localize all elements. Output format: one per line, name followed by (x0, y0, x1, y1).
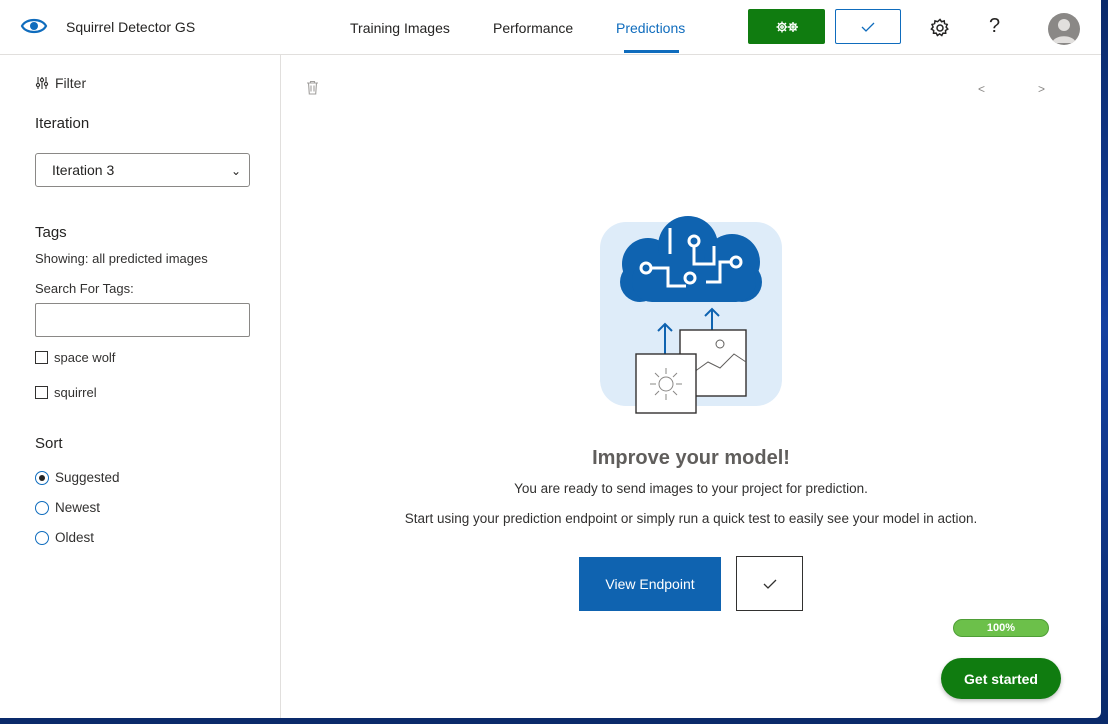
tag-label: squirrel (54, 385, 97, 400)
filter-toggle[interactable]: Filter (35, 75, 86, 91)
active-tab-indicator (624, 50, 679, 53)
sort-label: Newest (55, 500, 101, 515)
radio-button[interactable] (35, 530, 49, 545)
onboarding-progress-bar: 100% (953, 619, 1049, 637)
chevron-down-icon: ⌄ (230, 164, 241, 178)
eye-logo-icon[interactable] (20, 14, 48, 38)
improve-model-headline: Improve your model! (592, 447, 790, 469)
trash-icon[interactable] (306, 80, 319, 95)
tags-heading: Tags (35, 224, 67, 241)
checkbox-box[interactable] (35, 351, 48, 364)
sort-option-newest[interactable]: Newest (35, 500, 100, 515)
quick-test-button[interactable] (835, 9, 901, 44)
person-icon (1052, 19, 1076, 43)
tags-showing-text: Showing: all predicted images (35, 251, 208, 266)
filter-label: Filter (55, 75, 87, 91)
app-title: Squirrel Detector GS (66, 19, 196, 35)
next-page-button[interactable]: > (1038, 82, 1045, 96)
tag-label: space wolf (54, 350, 116, 365)
iteration-heading: Iteration (35, 115, 90, 132)
sort-option-oldest[interactable]: Oldest (35, 530, 94, 545)
user-avatar-icon[interactable] (1048, 13, 1080, 45)
help-button[interactable]: ? (989, 15, 1000, 38)
search-tags-input[interactable] (35, 303, 250, 337)
tab-performance[interactable]: Performance (493, 20, 573, 36)
train-button[interactable] (748, 9, 825, 44)
check-icon (861, 22, 875, 32)
gears-icon (776, 21, 798, 32)
sort-label: Suggested (55, 470, 120, 485)
gear-icon[interactable] (929, 17, 951, 39)
checkbox-box[interactable] (35, 386, 48, 399)
tab-predictions[interactable]: Predictions (616, 20, 685, 36)
ready-description: You are ready to send images to your pro… (514, 481, 868, 496)
tag-checkbox-space-wolf[interactable]: space wolf (35, 350, 115, 365)
tag-checkbox-squirrel[interactable]: squirrel (35, 385, 97, 400)
previous-page-button[interactable]: < (978, 82, 985, 96)
ai-brain-illustration-icon (600, 216, 782, 414)
sort-option-suggested[interactable]: Suggested (35, 470, 120, 485)
tab-training-images[interactable]: Training Images (350, 20, 450, 36)
top-bar: Squirrel Detector GS Training Images Per… (0, 0, 1101, 55)
filter-sidebar: Filter Iteration Iteration 3 ⌄ Tags Show… (0, 55, 281, 718)
radio-button[interactable] (35, 500, 49, 515)
prediction-description: Start using your prediction endpoint or … (404, 511, 978, 526)
check-icon (763, 579, 776, 589)
view-endpoint-button[interactable]: View Endpoint (579, 557, 721, 611)
app-window: Squirrel Detector GS Training Images Per… (0, 0, 1101, 718)
sort-heading: Sort (35, 435, 63, 452)
quick-test-main-button[interactable] (736, 556, 803, 611)
filter-sliders-icon (35, 77, 49, 89)
iteration-select-value: Iteration 3 (52, 162, 115, 178)
search-tags-label: Search For Tags: (35, 281, 134, 296)
iteration-select[interactable]: Iteration 3 ⌄ (35, 153, 250, 187)
sort-label: Oldest (55, 530, 95, 545)
get-started-button[interactable]: Get started (941, 658, 1061, 699)
radio-button[interactable] (35, 470, 49, 485)
